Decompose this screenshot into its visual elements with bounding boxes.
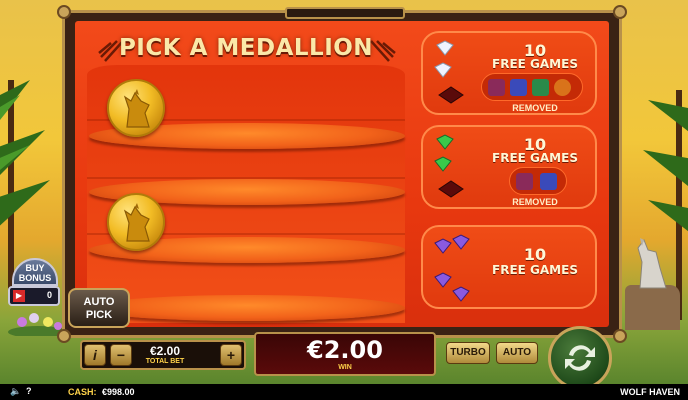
blue-feather-icon bbox=[510, 79, 527, 96]
frame-corner-ornament bbox=[57, 5, 71, 19]
bonus-panel: PICK A MEDALLION 10 FREE GAMES REMOVED 1… bbox=[75, 21, 609, 327]
status-bar: 🔈 ? CASH: €998.00 WOLF HAVEN bbox=[0, 384, 688, 400]
increase-bet-button[interactable]: + bbox=[220, 344, 242, 366]
cash-value: €998.00 bbox=[102, 387, 135, 397]
wolf-medallion[interactable] bbox=[107, 79, 165, 137]
spin-button[interactable] bbox=[548, 326, 612, 390]
purple-amethyst-icon bbox=[434, 234, 470, 302]
game-name: WOLF HAVEN bbox=[620, 387, 680, 397]
removed-symbols-box bbox=[509, 167, 567, 195]
white-diamond-icon bbox=[434, 40, 464, 104]
help-icon[interactable]: ? bbox=[26, 386, 32, 396]
pick-title: PICK A MEDALLION bbox=[118, 35, 374, 61]
total-bet-value: €2.00 bbox=[149, 344, 181, 358]
total-bet-label: TOTAL BET bbox=[145, 358, 185, 365]
buy-bonus-counter: ▶ 0 bbox=[8, 286, 60, 306]
shelf bbox=[89, 295, 405, 321]
spin-arrows-icon bbox=[565, 345, 595, 371]
win-value: €2.00 bbox=[307, 336, 383, 364]
frame-top-ornament bbox=[285, 7, 405, 19]
info-button[interactable]: i bbox=[84, 344, 106, 366]
blue-feather-icon bbox=[540, 173, 557, 190]
buy-bonus-label: BUY BONUS bbox=[12, 258, 58, 286]
removed-label: REMOVED bbox=[512, 197, 558, 207]
prize-panel: 10 FREE GAMES REMOVED bbox=[421, 31, 597, 115]
auto-pick-button[interactable]: AUTO PICK bbox=[68, 288, 130, 328]
speaker-muted-icon[interactable]: 🔈 bbox=[10, 386, 21, 397]
orange-dreamcatcher-icon bbox=[554, 79, 571, 96]
green-stone-icon bbox=[532, 79, 549, 96]
wolf-head-icon bbox=[123, 203, 150, 242]
rock-cliff bbox=[625, 285, 680, 330]
purple-bag-icon bbox=[516, 173, 533, 190]
buy-bonus-count: 0 bbox=[46, 290, 52, 300]
frame-corner-ornament bbox=[613, 5, 627, 19]
prize-panel: 10 FREE GAMES REMOVED bbox=[421, 125, 597, 209]
prize-panel: 10 FREE GAMES bbox=[421, 225, 597, 309]
green-emerald-icon bbox=[434, 134, 464, 198]
free-games-label: FREE GAMES bbox=[492, 263, 578, 277]
auto-button[interactable]: AUTO bbox=[496, 342, 538, 364]
free-games-count: 10 bbox=[523, 245, 547, 264]
turbo-button[interactable]: TURBO bbox=[446, 342, 490, 364]
win-label: WIN bbox=[338, 364, 352, 371]
wolf-head-icon bbox=[123, 89, 150, 128]
decrease-bet-button[interactable]: − bbox=[110, 344, 132, 366]
play-icon: ▶ bbox=[13, 290, 25, 302]
bonus-frame: PICK A MEDALLION 10 FREE GAMES REMOVED 1… bbox=[57, 5, 627, 343]
removed-label: REMOVED bbox=[512, 103, 558, 113]
pick-area: PICK A MEDALLION bbox=[83, 27, 409, 323]
game-screen: PICK A MEDALLION 10 FREE GAMES REMOVED 1… bbox=[0, 0, 688, 400]
removed-symbols-box bbox=[481, 73, 583, 101]
bet-panel: i − €2.00 TOTAL BET + bbox=[80, 340, 246, 370]
buy-bonus-button[interactable]: BUY BONUS ▶ 0 bbox=[8, 258, 60, 306]
win-panel: €2.00 WIN bbox=[254, 332, 436, 376]
free-games-label: FREE GAMES bbox=[492, 57, 578, 71]
cash-label: CASH: bbox=[68, 387, 97, 397]
wolf-medallion[interactable] bbox=[107, 193, 165, 251]
free-games-label: FREE GAMES bbox=[492, 151, 578, 165]
howling-wolf-icon bbox=[637, 238, 667, 289]
purple-bag-icon bbox=[488, 79, 505, 96]
